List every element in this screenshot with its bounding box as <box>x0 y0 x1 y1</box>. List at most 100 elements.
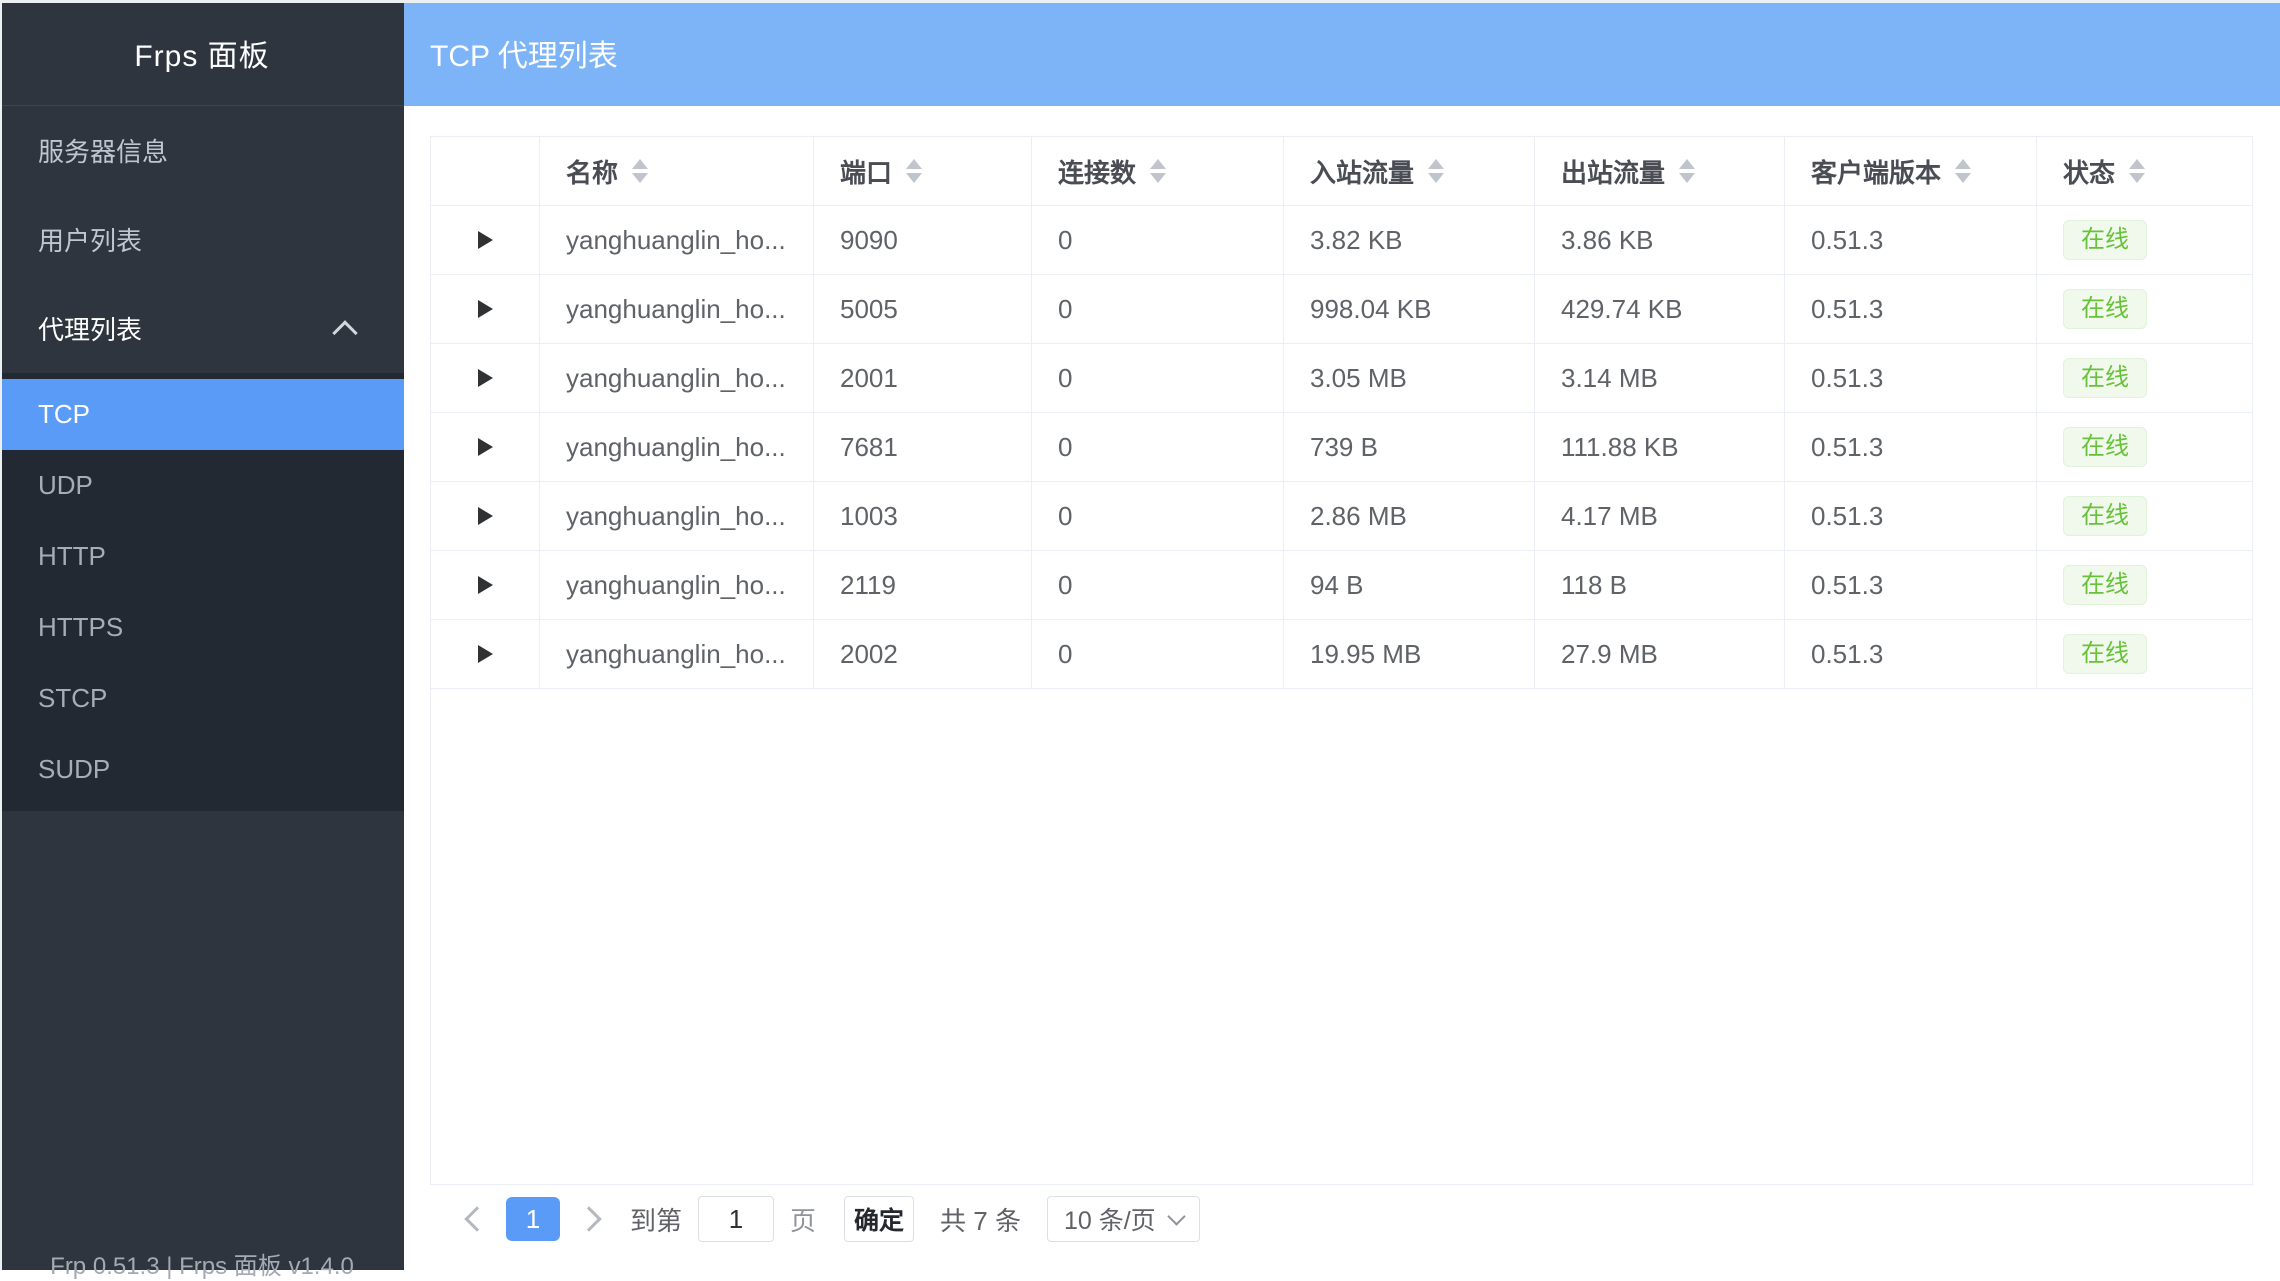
cell-name: yanghuanglin_ho... <box>540 482 814 550</box>
cell-traffic-out: 118 B <box>1535 551 1785 619</box>
cell-traffic-in: 94 B <box>1284 551 1535 619</box>
table-row: yanghuanglin_ho... 2001 0 3.05 MB 3.14 M… <box>431 344 2252 413</box>
sort-caret-icon[interactable] <box>1150 159 1166 183</box>
cell-name: yanghuanglin_ho... <box>540 206 814 274</box>
total-count-label: 共 7 条 <box>940 1201 1021 1238</box>
cell-client-version: 0.51.3 <box>1785 413 2037 481</box>
page-title: TCP 代理列表 <box>430 31 618 75</box>
sidebar-subitem[interactable]: SUDP <box>0 734 404 805</box>
cell-port: 2001 <box>814 344 1032 412</box>
cell-traffic-out: 3.86 KB <box>1535 206 1785 274</box>
expand-cell <box>431 620 540 688</box>
app-title: Frps 面板 <box>0 0 404 106</box>
column-header[interactable]: 连接数 <box>1032 137 1284 205</box>
column-label: 客户端版本 <box>1811 153 1941 190</box>
cell-port: 1003 <box>814 482 1032 550</box>
proxy-table: 名称 端口 连接数 入站流量 <box>430 136 2253 1185</box>
pagination: 1 到第 页 确定 共 7 条 10 条/页 <box>430 1196 1200 1242</box>
sort-caret-icon[interactable] <box>2129 159 2145 183</box>
main-content: 名称 端口 连接数 入站流量 <box>404 106 2280 1270</box>
sort-caret-icon[interactable] <box>1955 159 1971 183</box>
expand-cell <box>431 413 540 481</box>
cell-name: yanghuanglin_ho... <box>540 551 814 619</box>
cell-name: yanghuanglin_ho... <box>540 275 814 343</box>
page-size-value: 10 条/页 <box>1064 1201 1156 1237</box>
sidebar-subitem[interactable]: HTTPS <box>0 592 404 663</box>
cell-client-version: 0.51.3 <box>1785 482 2037 550</box>
sidebar-item-proxy-list[interactable]: 代理列表 <box>0 284 404 373</box>
prev-page-icon[interactable] <box>464 1206 489 1231</box>
sidebar-item-server-info[interactable]: 服务器信息 <box>0 106 404 195</box>
table-row: yanghuanglin_ho... 7681 0 739 B 111.88 K… <box>431 413 2252 482</box>
column-header[interactable]: 状态 <box>2037 137 2252 205</box>
expand-row-icon[interactable] <box>478 576 493 594</box>
expand-row-icon[interactable] <box>478 438 493 456</box>
table-row: yanghuanglin_ho... 9090 0 3.82 KB 3.86 K… <box>431 206 2252 275</box>
column-header[interactable]: 客户端版本 <box>1785 137 2037 205</box>
version-footer: Frp 0.51.3 | Frps 面板 v1.4.0 <box>0 1246 404 1281</box>
expand-row-icon[interactable] <box>478 300 493 318</box>
expand-cell <box>431 206 540 274</box>
cell-port: 9090 <box>814 206 1032 274</box>
cell-connections: 0 <box>1032 413 1284 481</box>
expand-column-header <box>431 137 540 205</box>
expand-row-icon[interactable] <box>478 645 493 663</box>
status-badge: 在线 <box>2063 565 2147 605</box>
confirm-button[interactable]: 确定 <box>844 1196 914 1242</box>
cell-client-version: 0.51.3 <box>1785 206 2037 274</box>
cell-traffic-in: 739 B <box>1284 413 1535 481</box>
expand-row-icon[interactable] <box>478 231 493 249</box>
cell-traffic-out: 3.14 MB <box>1535 344 1785 412</box>
cell-connections: 0 <box>1032 620 1284 688</box>
sidebar-subitem[interactable]: STCP <box>0 663 404 734</box>
goto-prefix-label: 到第 <box>630 1201 682 1238</box>
page-header: TCP 代理列表 <box>404 0 2280 106</box>
column-header[interactable]: 端口 <box>814 137 1032 205</box>
column-header[interactable]: 入站流量 <box>1284 137 1535 205</box>
column-label: 连接数 <box>1058 153 1136 190</box>
cell-status: 在线 <box>2037 344 2252 412</box>
cell-port: 2002 <box>814 620 1032 688</box>
cell-traffic-in: 998.04 KB <box>1284 275 1535 343</box>
sidebar-item-user-list[interactable]: 用户列表 <box>0 195 404 284</box>
column-header[interactable]: 出站流量 <box>1535 137 1785 205</box>
page-number-button[interactable]: 1 <box>506 1197 560 1241</box>
goto-page-input[interactable] <box>698 1196 774 1242</box>
chevron-up-icon <box>332 320 357 345</box>
sort-caret-icon[interactable] <box>632 159 648 183</box>
sidebar-subitem[interactable]: UDP <box>0 450 404 521</box>
column-label: 入站流量 <box>1310 153 1414 190</box>
table-row: yanghuanglin_ho... 2119 0 94 B 118 B 0.5… <box>431 551 2252 620</box>
sort-caret-icon[interactable] <box>1428 159 1444 183</box>
cell-client-version: 0.51.3 <box>1785 275 2037 343</box>
sidebar-subitem[interactable]: TCP <box>0 379 404 450</box>
table-body: yanghuanglin_ho... 9090 0 3.82 KB 3.86 K… <box>431 206 2252 689</box>
column-label: 出站流量 <box>1561 153 1665 190</box>
status-badge: 在线 <box>2063 427 2147 467</box>
cell-traffic-in: 3.05 MB <box>1284 344 1535 412</box>
status-badge: 在线 <box>2063 634 2147 674</box>
goto-unit-label: 页 <box>790 1201 816 1238</box>
cell-traffic-out: 429.74 KB <box>1535 275 1785 343</box>
cell-traffic-in: 19.95 MB <box>1284 620 1535 688</box>
cell-name: yanghuanglin_ho... <box>540 620 814 688</box>
table-row: yanghuanglin_ho... 2002 0 19.95 MB 27.9 … <box>431 620 2252 689</box>
sidebar-subitem[interactable]: HTTP <box>0 521 404 592</box>
cell-traffic-out: 27.9 MB <box>1535 620 1785 688</box>
next-page-icon[interactable] <box>576 1206 601 1231</box>
expand-row-icon[interactable] <box>478 369 493 387</box>
sort-caret-icon[interactable] <box>1679 159 1695 183</box>
status-badge: 在线 <box>2063 220 2147 260</box>
cell-client-version: 0.51.3 <box>1785 344 2037 412</box>
chevron-down-icon <box>1167 1207 1185 1225</box>
cell-name: yanghuanglin_ho... <box>540 413 814 481</box>
sort-caret-icon[interactable] <box>906 159 922 183</box>
cell-traffic-in: 3.82 KB <box>1284 206 1535 274</box>
page-size-select[interactable]: 10 条/页 <box>1047 1196 1200 1242</box>
expand-row-icon[interactable] <box>478 507 493 525</box>
cell-connections: 0 <box>1032 551 1284 619</box>
table-row: yanghuanglin_ho... 5005 0 998.04 KB 429.… <box>431 275 2252 344</box>
cell-port: 5005 <box>814 275 1032 343</box>
cell-connections: 0 <box>1032 275 1284 343</box>
column-header[interactable]: 名称 <box>540 137 814 205</box>
